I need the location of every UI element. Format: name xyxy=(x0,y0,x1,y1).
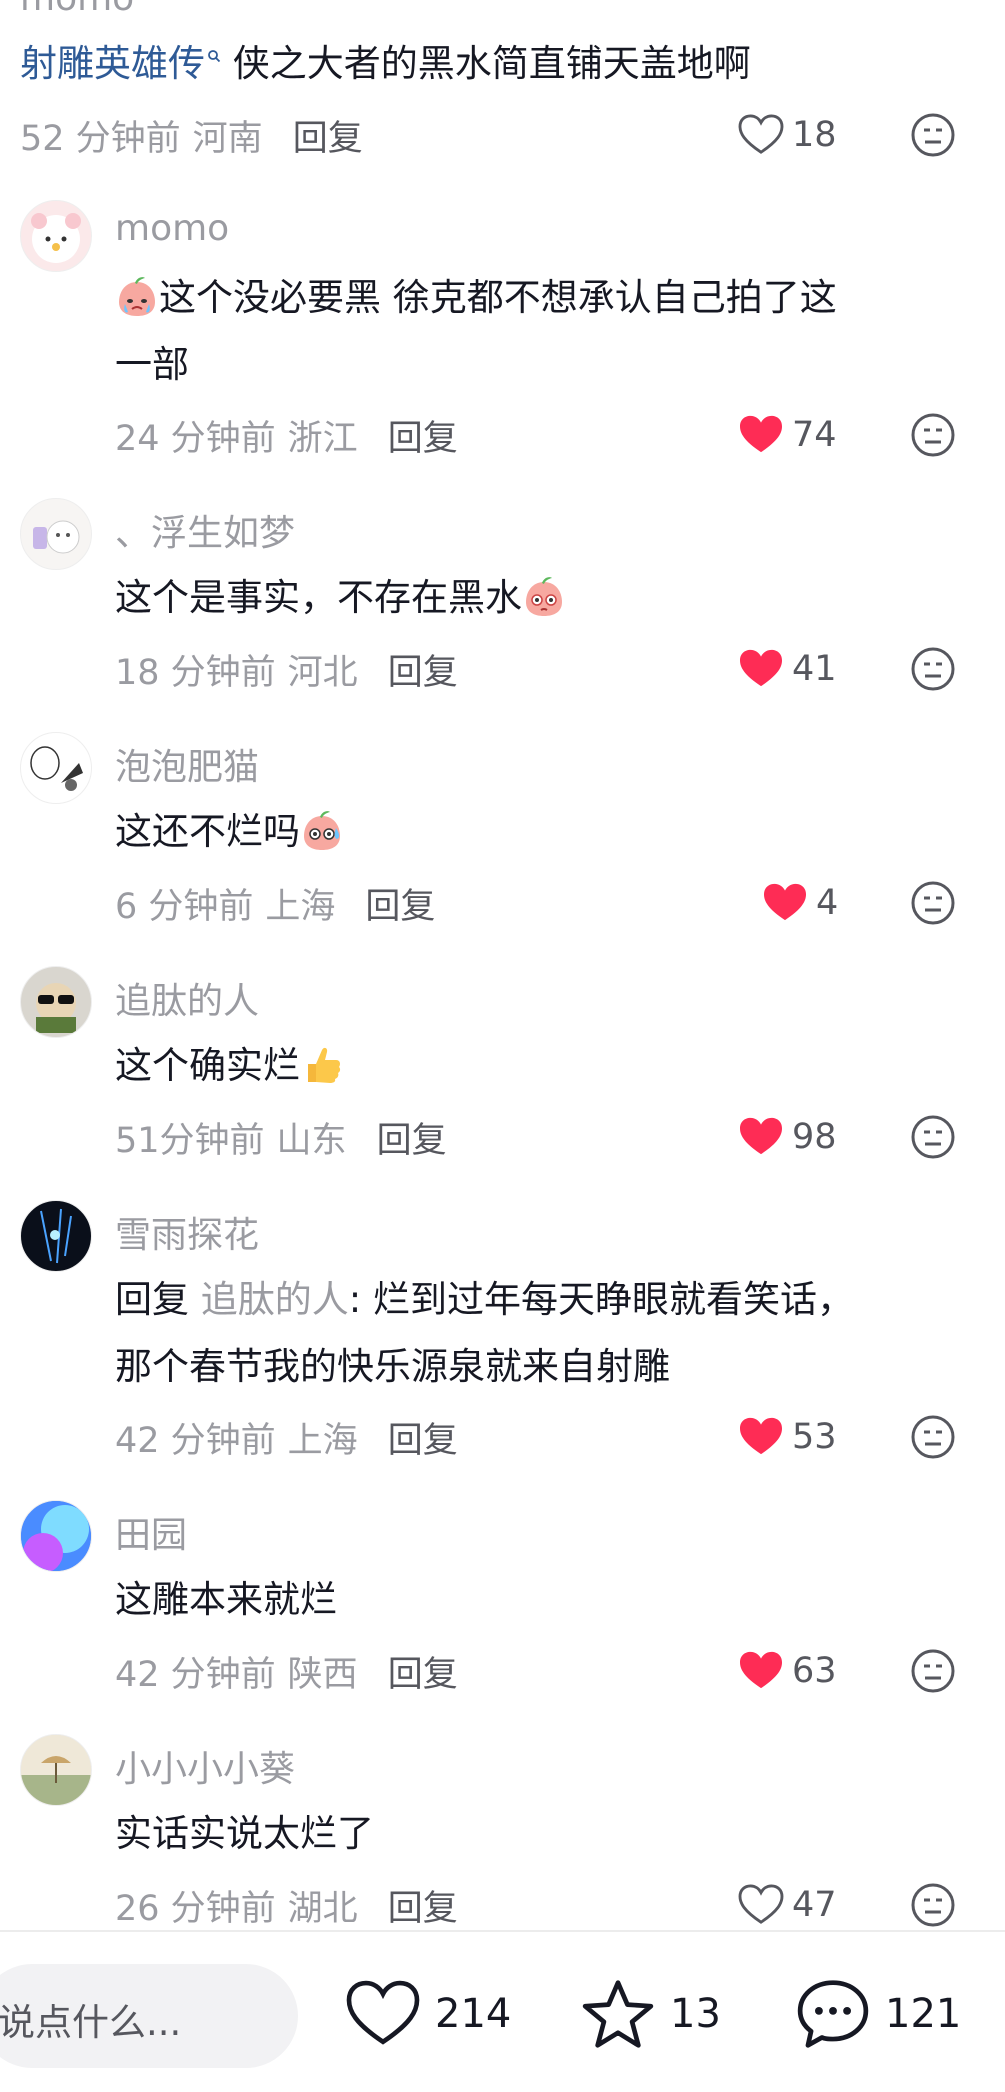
comic-avatar[interactable] xyxy=(20,732,92,804)
comment-meta: 42 分钟前 陕西 回复 xyxy=(115,1655,458,1695)
like-total-button[interactable]: 214 xyxy=(345,1978,511,2050)
reply-button[interactable]: 回复 xyxy=(293,119,363,159)
like-button[interactable]: 47 xyxy=(738,1880,858,1930)
heart-outline-icon xyxy=(738,114,784,154)
comment-meta: 51分钟前 山东 回复 xyxy=(115,1121,447,1161)
like-button[interactable]: 4 xyxy=(762,878,882,928)
comment-meta: 6 分钟前 上海 回复 xyxy=(115,887,436,927)
dislike-face-icon[interactable] xyxy=(910,1648,956,1694)
cat-avatar[interactable] xyxy=(20,498,92,570)
dislike-face-icon[interactable] xyxy=(910,412,956,458)
dislike-face-icon[interactable] xyxy=(910,646,956,692)
comment-meta: 52 分钟前 河南 回复 xyxy=(20,119,363,159)
first-comment-text: 射雕英雄传 侠之大者的黑水简直铺天盖地啊 xyxy=(20,36,751,92)
dislike-face-icon[interactable] xyxy=(910,880,956,926)
username[interactable]: 、浮生如梦 xyxy=(115,504,295,556)
chat-bubble-icon xyxy=(797,1980,869,2048)
heart-outline-icon xyxy=(738,1884,784,1924)
shy-peach-emoji xyxy=(526,577,562,616)
reply-button[interactable]: 回复 xyxy=(388,1421,458,1461)
comment-text: 实话实说太烂了 xyxy=(115,1812,374,1855)
sunglasses-avatar[interactable] xyxy=(20,966,92,1038)
input-placeholder: 说点什么... xyxy=(0,2001,182,2044)
sweat-peach-emoji xyxy=(304,811,340,850)
reply-button[interactable]: 回复 xyxy=(388,419,458,459)
heart-outline-icon xyxy=(346,1980,420,2045)
comment-text: 这雕本来就烂 xyxy=(115,1578,337,1621)
blue-gradient-avatar[interactable] xyxy=(20,1500,92,1572)
heart-filled-icon xyxy=(740,1417,782,1455)
comment-meta: 18 分钟前 河北 回复 xyxy=(115,653,458,693)
landscape-avatar[interactable] xyxy=(20,1734,92,1806)
like-button[interactable]: 98 xyxy=(738,1112,858,1162)
comment-text: 这还不烂吗 xyxy=(115,798,955,865)
comment-text: 这个没必要黑 徐克都不想承认自己拍了这 一部 xyxy=(115,276,837,386)
star-outline-icon xyxy=(582,1980,654,2048)
thumbs-up-emoji xyxy=(308,1047,341,1083)
reply-button[interactable]: 回复 xyxy=(388,1655,458,1695)
dislike-face-icon[interactable] xyxy=(910,1414,956,1460)
dark-art-avatar[interactable] xyxy=(20,1200,92,1272)
heart-filled-icon xyxy=(740,1651,782,1689)
heart-filled-icon xyxy=(764,883,806,921)
username[interactable]: 小小小小葵 xyxy=(115,1740,295,1792)
like-button[interactable]: 74 xyxy=(738,410,858,460)
like-button[interactable]: 41 xyxy=(738,644,858,694)
comment-meta: 26 分钟前 湖北 回复 xyxy=(115,1889,458,1929)
reply-button[interactable]: 回复 xyxy=(377,1121,447,1161)
reply-button[interactable]: 回复 xyxy=(388,1889,458,1929)
reply-target-username[interactable]: 追肽的人 xyxy=(201,1278,349,1321)
comment-input[interactable]: 说点什么... xyxy=(0,1964,298,2068)
username[interactable]: momo xyxy=(115,208,229,249)
like-button[interactable]: 18 xyxy=(738,110,858,160)
comment-meta: 24 分钟前 浙江 回复 xyxy=(115,419,458,459)
bottom-action-bar: 说点什么... 214 13 121 xyxy=(0,1930,1005,2092)
search-link[interactable]: 射雕英雄传 xyxy=(20,42,205,85)
pink-bunny-avatar[interactable] xyxy=(20,200,92,272)
comment-meta: 42 分钟前 上海 回复 xyxy=(115,1421,458,1461)
comment-count-button[interactable]: 121 xyxy=(795,1978,961,2050)
username[interactable]: 雪雨探花 xyxy=(115,1206,259,1258)
comment-text: 回复 追肽的人: 烂到过年每天睁眼就看笑话， 那个春节我的快乐源泉就来自射雕 xyxy=(115,1278,854,1388)
comment-page: momo 射雕英雄传 侠之大者的黑水简直铺天盖地啊 52 分钟前河南回复 18 … xyxy=(0,0,1005,2092)
comment-text: 这个是事实，不存在黑水 xyxy=(115,564,955,631)
like-button[interactable]: 53 xyxy=(738,1412,858,1462)
reply-button[interactable]: 回复 xyxy=(365,887,435,927)
dislike-face-icon[interactable] xyxy=(910,1114,956,1160)
reply-button[interactable]: 回复 xyxy=(388,653,458,693)
dislike-face-icon[interactable] xyxy=(910,112,956,158)
comment-text: 侠之大者的黑水简直铺天盖地啊 xyxy=(221,42,751,85)
cut-off-username: momo xyxy=(20,0,134,19)
search-icon xyxy=(208,49,221,62)
like-button[interactable]: 63 xyxy=(738,1646,858,1696)
comment-text: 这个确实烂 xyxy=(115,1032,955,1099)
crying-peach-emoji xyxy=(119,277,155,316)
username[interactable]: 泡泡肥猫 xyxy=(115,738,259,790)
heart-filled-icon xyxy=(740,1117,782,1155)
heart-filled-icon xyxy=(740,415,782,453)
dislike-face-icon[interactable] xyxy=(910,1882,956,1928)
heart-filled-icon xyxy=(740,649,782,687)
username[interactable]: 田园 xyxy=(115,1506,187,1558)
favorite-button[interactable]: 13 xyxy=(580,1978,721,2050)
username[interactable]: 追肽的人 xyxy=(115,972,259,1024)
